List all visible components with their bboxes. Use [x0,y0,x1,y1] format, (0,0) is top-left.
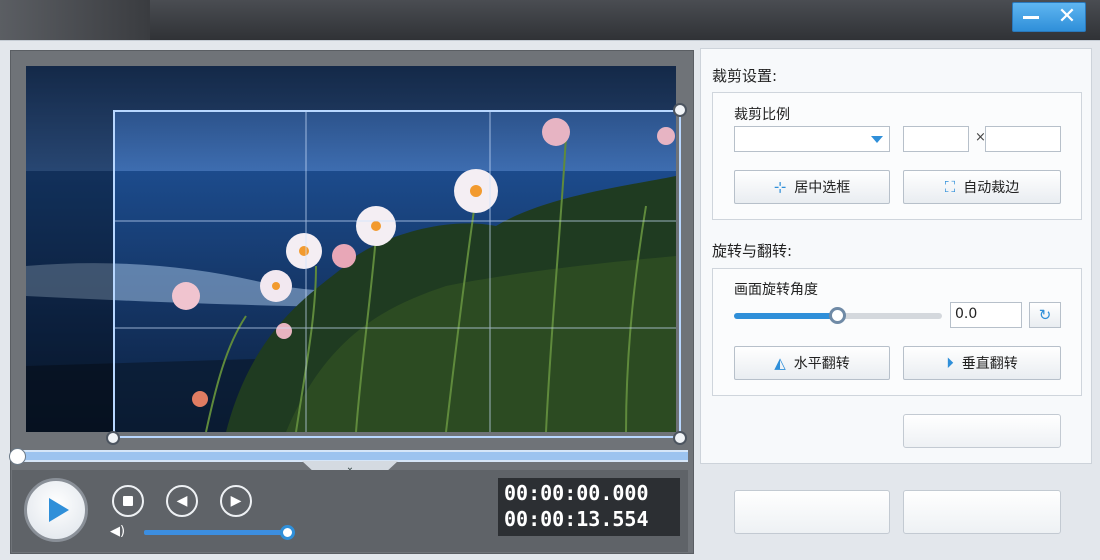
crop-width-field[interactable] [903,126,969,152]
crop-icon: ⛶ [944,178,956,196]
minimize-button[interactable] [1013,3,1049,31]
chevron-down-icon [871,136,883,143]
flip-horizontal-icon: ◭ [774,354,786,372]
rotate-section-title: 旋转与翻转: [712,242,793,260]
rotate-angle-input[interactable]: 0.0 [950,302,1022,328]
volume-icon[interactable]: ◀) [110,524,134,540]
close-button[interactable]: ✕ [1049,3,1085,31]
auto-trim-button[interactable]: ⛶ 自动裁边 [903,170,1061,204]
center-selection-button[interactable]: ⊹ 居中选框 [734,170,890,204]
step-back-icon: ◀ [176,493,188,509]
cancel-button[interactable] [903,490,1061,534]
prev-frame-button[interactable]: ◀ [166,485,198,517]
flip-vertical-button[interactable]: ⏵ 垂直翻转 [903,346,1061,380]
crop-handle-top-right[interactable] [673,103,687,117]
play-icon [48,498,69,522]
current-time: 00:00:00.000 [504,481,649,505]
close-icon: ✕ [1057,4,1077,29]
crop-ratio-select[interactable] [734,126,890,152]
stop-icon [123,496,133,506]
volume-knob[interactable] [280,525,295,540]
title-bar-shade [0,0,150,40]
flip-horizontal-label: 水平翻转 [793,356,850,372]
rotate-angle-label: 画面旋转角度 [734,282,818,298]
play-button[interactable] [24,478,88,542]
rotate-button[interactable]: ↻ [1029,302,1061,328]
title-bar: ✕ [0,0,1100,40]
center-icon: ⊹ [773,178,787,196]
timeline-knob[interactable] [9,448,26,465]
volume-slider[interactable] [144,530,288,535]
rotate-angle-knob[interactable] [829,307,846,324]
rotate-icon: ↻ [1038,306,1052,324]
crop-handle-bottom-left[interactable] [106,431,120,445]
crop-section-title: 裁剪设置: [712,67,778,85]
flip-vertical-label: 垂直翻转 [961,356,1018,372]
ok-button[interactable] [734,490,890,534]
center-selection-label: 居中选框 [794,180,851,196]
rotate-angle-fill [734,313,838,319]
time-display: 00:00:00.000 00:00:13.554 [498,478,680,536]
auto-trim-label: 自动裁边 [963,180,1020,196]
crop-ratio-label: 裁剪比例 [734,107,790,123]
timeline-track[interactable] [12,450,688,462]
stop-button[interactable] [112,485,144,517]
flip-vertical-icon: ⏵ [946,354,954,372]
next-frame-button[interactable]: ▶ [220,485,252,517]
flip-horizontal-button[interactable]: ◭ 水平翻转 [734,346,890,380]
crop-handle-bottom-right[interactable] [673,431,687,445]
crop-height-field[interactable] [985,126,1061,152]
minimize-icon [1023,15,1039,19]
step-forward-icon: ▶ [230,493,242,509]
total-time: 00:00:13.554 [504,507,649,531]
reset-button[interactable] [903,414,1061,448]
window-buttons: ✕ [1012,2,1086,32]
crop-selection-box[interactable] [113,110,681,438]
